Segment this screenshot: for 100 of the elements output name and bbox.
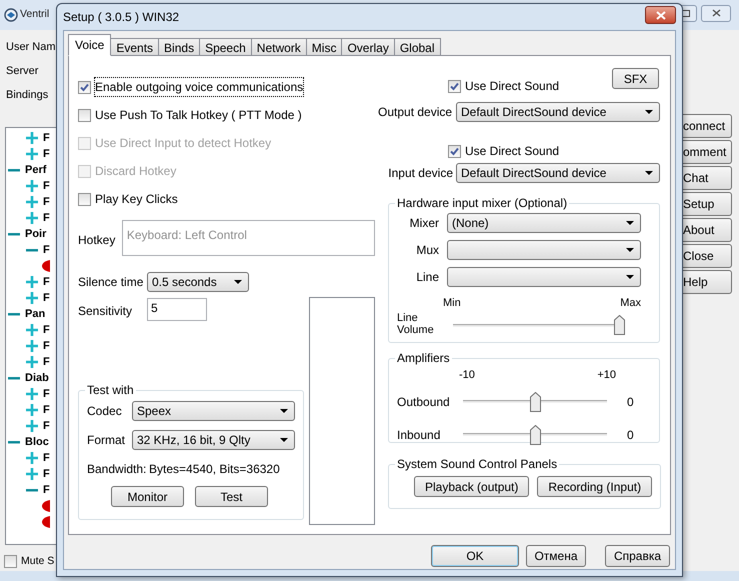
plus-icon[interactable]	[26, 276, 38, 288]
dropdown[interactable]: Default DirectSound device	[456, 163, 660, 183]
test-button[interactable]: Monitor	[111, 486, 184, 507]
bandwidth-value: Bytes=4540, Bits=36320	[149, 461, 280, 478]
sfx-button[interactable]: SFX	[612, 68, 659, 89]
slider-thumb[interactable]	[530, 392, 540, 412]
tree-item[interactable]: F	[43, 324, 50, 336]
window-title: Ventril	[20, 7, 50, 22]
caret-icon	[234, 280, 242, 284]
plus-icon[interactable]	[26, 340, 38, 352]
dropdown[interactable]: 32 KHz, 16 bit, 9 Qlty	[132, 430, 295, 450]
checkbox[interactable]	[78, 108, 91, 122]
checkbox[interactable]	[448, 80, 461, 92]
tree-item[interactable]: F	[43, 292, 50, 304]
slider-label: Outbound	[397, 394, 451, 410]
checkbox-label: Use Direct Sound	[465, 78, 560, 95]
checkbox-label: Play Key Clicks	[95, 191, 178, 208]
tree-item[interactable]: F	[43, 340, 50, 352]
checkbox[interactable]	[4, 555, 17, 568]
dialog-button[interactable]: Отмена	[526, 545, 586, 567]
dropdown[interactable]: 0.5 seconds	[147, 272, 249, 292]
plus-icon[interactable]	[26, 452, 38, 464]
tab[interactable]: Speech	[199, 38, 252, 56]
side-button[interactable]: Close	[682, 244, 732, 268]
plus-icon[interactable]	[26, 468, 38, 480]
slider-thumb[interactable]	[530, 424, 540, 444]
tree-item[interactable]: F	[43, 244, 50, 256]
caret-icon	[626, 221, 634, 225]
control-panel-button[interactable]: Recording (Input)	[537, 476, 652, 497]
slider-label: Line Volume	[397, 312, 435, 336]
tree-item[interactable]: Perf	[25, 164, 46, 176]
tree-item[interactable]: F	[43, 180, 50, 192]
slider[interactable]	[463, 392, 607, 412]
tree-item[interactable]: F	[43, 420, 50, 432]
control-panel-button[interactable]: Playback (output)	[414, 476, 530, 497]
side-button[interactable]: connect	[682, 114, 732, 138]
tab[interactable]: Network	[250, 38, 307, 56]
slider[interactable]	[453, 315, 625, 335]
tree-item[interactable]: Pan	[25, 308, 46, 320]
tree-item[interactable]: F	[43, 356, 50, 368]
close-button[interactable]	[701, 4, 731, 22]
tree-item[interactable]: Diab	[25, 372, 49, 384]
tree-item[interactable]: F	[43, 452, 50, 464]
plus-icon[interactable]	[26, 356, 38, 368]
tree-item[interactable]: F	[43, 196, 50, 208]
dropdown[interactable]: Speex	[132, 401, 295, 421]
side-button[interactable]: Setup	[682, 192, 732, 216]
tab[interactable]: Global	[394, 38, 440, 56]
side-button[interactable]: omment	[682, 140, 732, 164]
side-button[interactable]: Help	[682, 270, 732, 294]
tree-item[interactable]: F	[43, 404, 50, 416]
close-button[interactable]	[645, 6, 676, 24]
plus-icon[interactable]	[26, 132, 38, 144]
plus-icon[interactable]	[26, 420, 38, 432]
tree-item[interactable]: F	[43, 484, 50, 496]
plus-icon[interactable]	[26, 212, 38, 224]
tree-item[interactable]: F	[43, 132, 50, 144]
side-button[interactable]: Chat	[682, 166, 732, 190]
checkmark-icon	[80, 82, 89, 92]
plus-icon[interactable]	[26, 388, 38, 400]
tree-item[interactable]: F	[43, 388, 50, 400]
slider-thumb[interactable]	[614, 315, 625, 335]
plus-icon[interactable]	[26, 148, 38, 160]
tree-item[interactable]: Poir	[25, 228, 46, 240]
dialog-title: Setup ( 3.0.5 ) WIN32	[63, 9, 180, 26]
checkbox[interactable]	[78, 192, 91, 206]
slider-value: 0	[627, 394, 634, 410]
tree-item[interactable]: F	[43, 212, 50, 224]
dropdown[interactable]	[447, 240, 641, 260]
plus-icon[interactable]	[26, 404, 38, 416]
tree-item[interactable]: F	[43, 276, 50, 288]
field-label: User Nam	[6, 40, 56, 53]
tab[interactable]: Voice	[68, 34, 112, 56]
slider[interactable]	[463, 424, 607, 444]
side-button[interactable]: About	[682, 218, 732, 242]
checkbox[interactable]	[78, 80, 91, 94]
speaker-icon	[42, 500, 50, 512]
checkmark-icon	[450, 82, 459, 90]
plus-icon[interactable]	[26, 292, 38, 304]
checkbox-label: Discard Hotkey	[95, 163, 176, 180]
test-button[interactable]: Test	[195, 486, 268, 507]
plus-icon[interactable]	[26, 180, 38, 192]
tree-item[interactable]: Bloc	[25, 436, 49, 448]
sensitivity-field[interactable]: 5	[147, 298, 207, 321]
field-label: Silence time	[78, 274, 144, 291]
dialog-button[interactable]: Справка	[605, 545, 670, 567]
tab[interactable]: Overlay	[341, 38, 395, 56]
dropdown[interactable]: Default DirectSound device	[456, 102, 660, 122]
min-label: -10	[459, 368, 475, 383]
tab[interactable]: Binds	[158, 38, 200, 56]
slider-label: Inbound	[397, 426, 442, 444]
tab[interactable]: Events	[110, 38, 160, 56]
plus-icon[interactable]	[26, 196, 38, 208]
dropdown[interactable]: (None)	[447, 213, 641, 233]
dialog-button[interactable]: OK	[431, 545, 519, 567]
dropdown[interactable]	[447, 267, 641, 287]
plus-icon[interactable]	[26, 324, 38, 336]
checkbox[interactable]	[448, 144, 461, 158]
tree-item[interactable]: F	[43, 148, 50, 160]
tree-item[interactable]: F	[43, 468, 50, 480]
